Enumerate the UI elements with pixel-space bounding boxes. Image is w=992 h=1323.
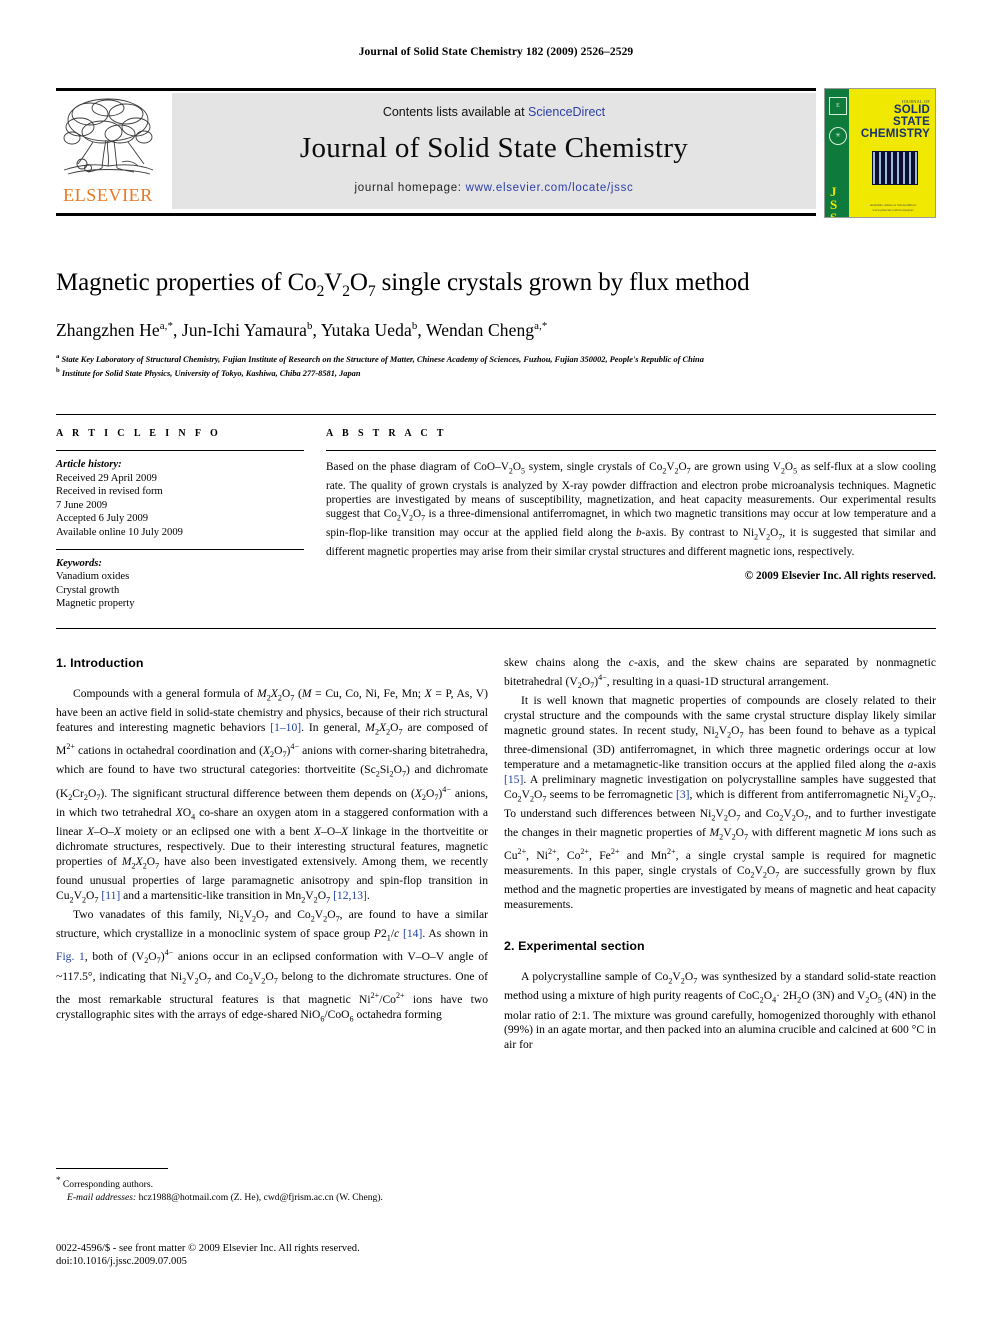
abstract-heading: A B S T R A C T	[326, 428, 447, 439]
history-item: Received in revised form	[56, 486, 163, 498]
elsevier-logo: ELSEVIER	[56, 94, 160, 212]
abstract-block: A B S T R A C T Based on the phase diagr…	[326, 428, 936, 582]
cover-footer-text: Available online at ScienceDirect www.el…	[869, 203, 917, 212]
affiliation-b: b Institute for Solid State Physics, Uni…	[56, 367, 361, 379]
article-history-label: Article history:	[56, 459, 122, 470]
email-addresses[interactable]: hcz1988@hotmail.com (Z. He), cwd@fjrism.…	[139, 1192, 383, 1203]
journal-band: Contents lists available at ScienceDirec…	[172, 93, 816, 209]
keywords-block: Keywords: Vanadium oxides Crystal growth…	[56, 557, 304, 611]
cover-artwork	[872, 151, 918, 185]
email-label: E-mail addresses:	[67, 1191, 137, 1203]
journal-cover-thumbnail[interactable]: E ✳ J S S C JOURNAL OF SOLID STATE CHEMI…	[824, 88, 936, 218]
info-top-rule	[56, 414, 936, 415]
footnote-rule	[56, 1168, 168, 1169]
cover-spine-letters: J S S C	[830, 185, 839, 218]
homepage-prefix: journal homepage:	[354, 182, 466, 194]
article-info-block: A R T I C L E I N F O Article history: R…	[56, 428, 304, 611]
keywords-label: Keywords:	[56, 557, 102, 569]
paragraph: skew chains along the c-axis, and the sk…	[504, 656, 936, 691]
copyright-line: © 2009 Elsevier Inc. All rights reserved…	[744, 570, 936, 583]
author-list: Zhangzhen Hea,*, Jun-Ichi Yamaurab, Yuta…	[56, 320, 548, 340]
masthead-top-rule	[56, 88, 816, 91]
title-block: Magnetic properties of Co2V2O7 single cr…	[56, 268, 936, 380]
issn-line: 0022-4596/$ - see front matter © 2009 El…	[56, 1243, 360, 1254]
cover-title-block: JOURNAL OF SOLID STATE CHEMISTRY	[855, 99, 930, 140]
affiliation-a: a State Key Laboratory of Structural Che…	[56, 353, 704, 364]
keyword-item: Vanadium oxides	[56, 571, 130, 583]
article-history: Article history: Received 29 April 2009 …	[56, 458, 304, 540]
paragraph: Two vanadates of this family, Ni2V2O7 an…	[56, 908, 488, 1023]
section-heading-experimental: 2. Experimental section	[504, 939, 645, 954]
running-head: Journal of Solid State Chemistry 182 (20…	[358, 46, 634, 58]
cover-badge-top-icon: E	[829, 97, 847, 115]
article-page: Journal of Solid State Chemistry 182 (20…	[0, 0, 992, 1323]
history-item: Received 29 April 2009	[56, 472, 157, 484]
affiliation-a-text: State Key Laboratory of Structural Chemi…	[61, 354, 704, 364]
cover-title-line-1: SOLID STATE	[893, 104, 930, 128]
article-info-rule	[56, 450, 304, 451]
history-item: Available online 10 July 2009	[56, 526, 183, 538]
contents-available-line: Contents lists available at ScienceDirec…	[172, 105, 816, 119]
contents-prefix: Contents lists available at	[382, 105, 529, 119]
body-column-left: 1. Introduction Compounds with a general…	[56, 656, 488, 1027]
history-item: Accepted 6 July 2009	[56, 513, 149, 525]
keyword-item: Magnetic property	[56, 598, 135, 610]
corresponding-author-note: * Corresponding authors.	[56, 1174, 488, 1192]
elsevier-wordmark: ELSEVIER	[63, 185, 153, 205]
paragraph: Compounds with a general formula of M2X2…	[56, 686, 489, 905]
keyword-item: Crystal growth	[56, 584, 120, 596]
page-title: Magnetic properties of Co2V2O7 single cr…	[56, 269, 750, 300]
keywords-separator	[56, 548, 304, 550]
sciencedirect-link[interactable]: ScienceDirect	[528, 105, 605, 119]
journal-masthead: ELSEVIER Contents lists available at Sci…	[56, 88, 936, 218]
cover-badge-globe-icon: ✳	[829, 127, 847, 145]
corresponding-author-text: Corresponding authors.	[62, 1179, 153, 1191]
journal-homepage-line: journal homepage: www.elsevier.com/locat…	[172, 182, 816, 194]
journal-homepage-link[interactable]: www.elsevier.com/locate/jssc	[466, 182, 634, 194]
abstract-bottom-rule	[56, 628, 936, 629]
article-info-heading: A R T I C L E I N F O	[56, 428, 222, 439]
masthead-bottom-rule	[56, 213, 816, 216]
asterisk-icon: *	[56, 1175, 61, 1185]
email-note: E-mail addresses: hcz1988@hotmail.com (Z…	[56, 1192, 488, 1205]
cover-spine-letter-3: S	[830, 210, 838, 218]
elsevier-tree-icon	[63, 98, 154, 175]
body-column-right: skew chains along the c-axis, and the sk…	[504, 656, 936, 1053]
abstract-text: Based on the phase diagram of CoO–V2O5 s…	[326, 461, 937, 558]
affiliation-b-text: Institute for Solid State Physics, Unive…	[61, 369, 361, 379]
imprint-block: 0022-4596/$ - see front matter © 2009 El…	[56, 1242, 556, 1269]
journal-title: Journal of Solid State Chemistry	[299, 132, 689, 164]
paragraph: A polycrystalline sample of Co2V2O7 was …	[504, 970, 936, 1052]
paragraph: It is well known that magnetic propertie…	[504, 693, 936, 912]
affiliation-list: a State Key Laboratory of Structural Che…	[56, 351, 936, 380]
section-heading-introduction: 1. Introduction	[56, 656, 144, 670]
doi-line[interactable]: doi:10.1016/j.jssc.2009.07.005	[56, 1255, 556, 1268]
abstract-rule	[326, 450, 936, 451]
history-item: 7 June 2009	[56, 499, 108, 511]
footnote-block: * Corresponding authors. E-mail addresse…	[56, 1174, 488, 1204]
cover-title-line-2: CHEMISTRY	[860, 128, 930, 140]
